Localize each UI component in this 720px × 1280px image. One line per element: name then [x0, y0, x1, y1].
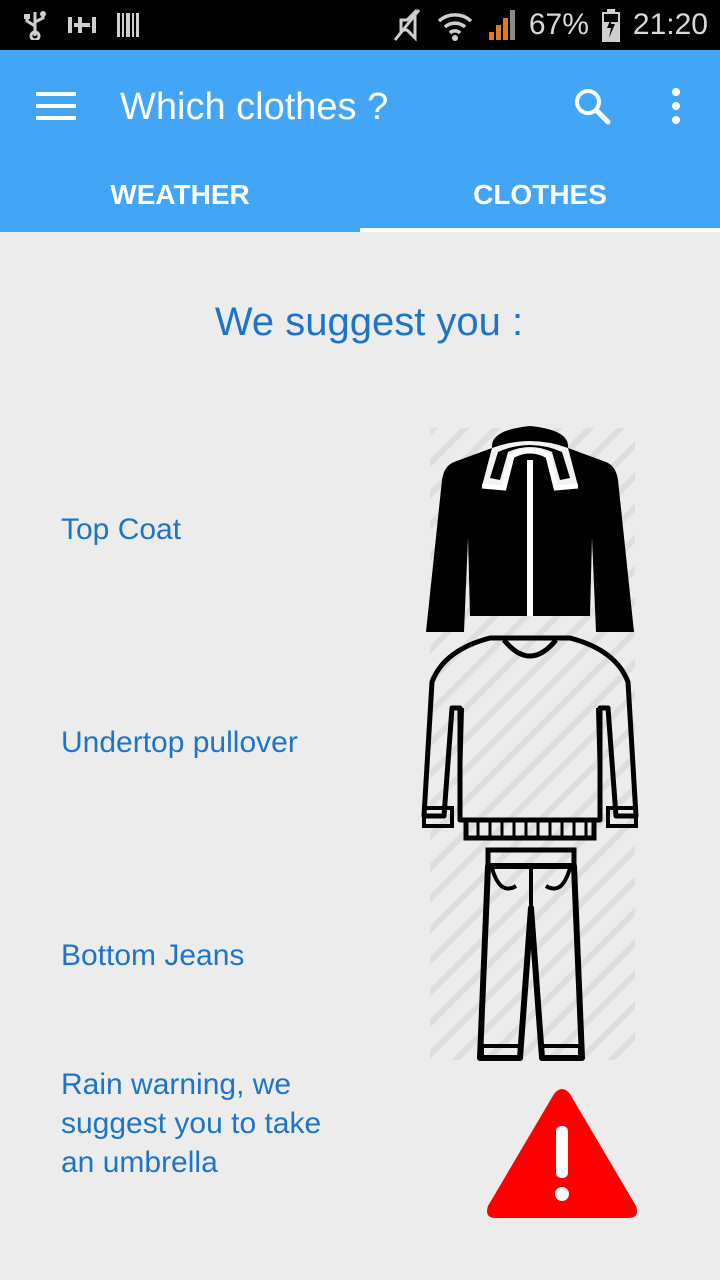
rain-warning-line-3: an umbrella	[61, 1146, 218, 1179]
usb-icon	[24, 11, 46, 40]
suggestion-heading: We suggest you :	[214, 300, 524, 344]
search-icon	[575, 89, 611, 125]
jeans-label: Bottom Jeans	[61, 939, 245, 972]
warning-icon	[487, 1089, 637, 1218]
status-bar: 67% 21:20	[0, 0, 720, 50]
tab-bar: WEATHER CLOTHES	[0, 162, 720, 232]
rain-warning-text: Rain warning, we suggest you to take an …	[61, 1065, 321, 1182]
clock: 21:20	[632, 8, 708, 41]
wifi-icon	[437, 13, 473, 41]
pullover-icon	[421, 635, 639, 841]
signal-icon	[488, 10, 515, 40]
tab-weather[interactable]: WEATHER	[0, 162, 360, 232]
app-bar: Which clothes ? WEATHER CLOTHES	[0, 50, 720, 232]
app-title: Which clothes ?	[120, 86, 389, 128]
rain-warning-line-2: suggest you to take	[61, 1107, 322, 1140]
tuner-icon	[68, 17, 96, 33]
mute-icon	[393, 8, 421, 42]
top-coat-label: Top Coat	[61, 513, 182, 546]
more-vert-icon	[672, 88, 680, 124]
more-options-button[interactable]	[662, 86, 690, 126]
coat-icon	[426, 426, 634, 632]
menu-button[interactable]	[36, 92, 76, 122]
rain-warning-line-1: Rain warning, we	[61, 1068, 292, 1101]
barcode-icon	[117, 13, 139, 37]
pullover-label: Undertop pullover	[61, 726, 298, 759]
jeans-icon	[477, 847, 585, 1061]
battery-icon	[601, 9, 620, 42]
battery-percent: 67%	[528, 8, 589, 41]
search-button[interactable]	[572, 86, 612, 126]
menu-icon	[36, 92, 76, 120]
tab-clothes[interactable]: CLOTHES	[360, 162, 720, 232]
